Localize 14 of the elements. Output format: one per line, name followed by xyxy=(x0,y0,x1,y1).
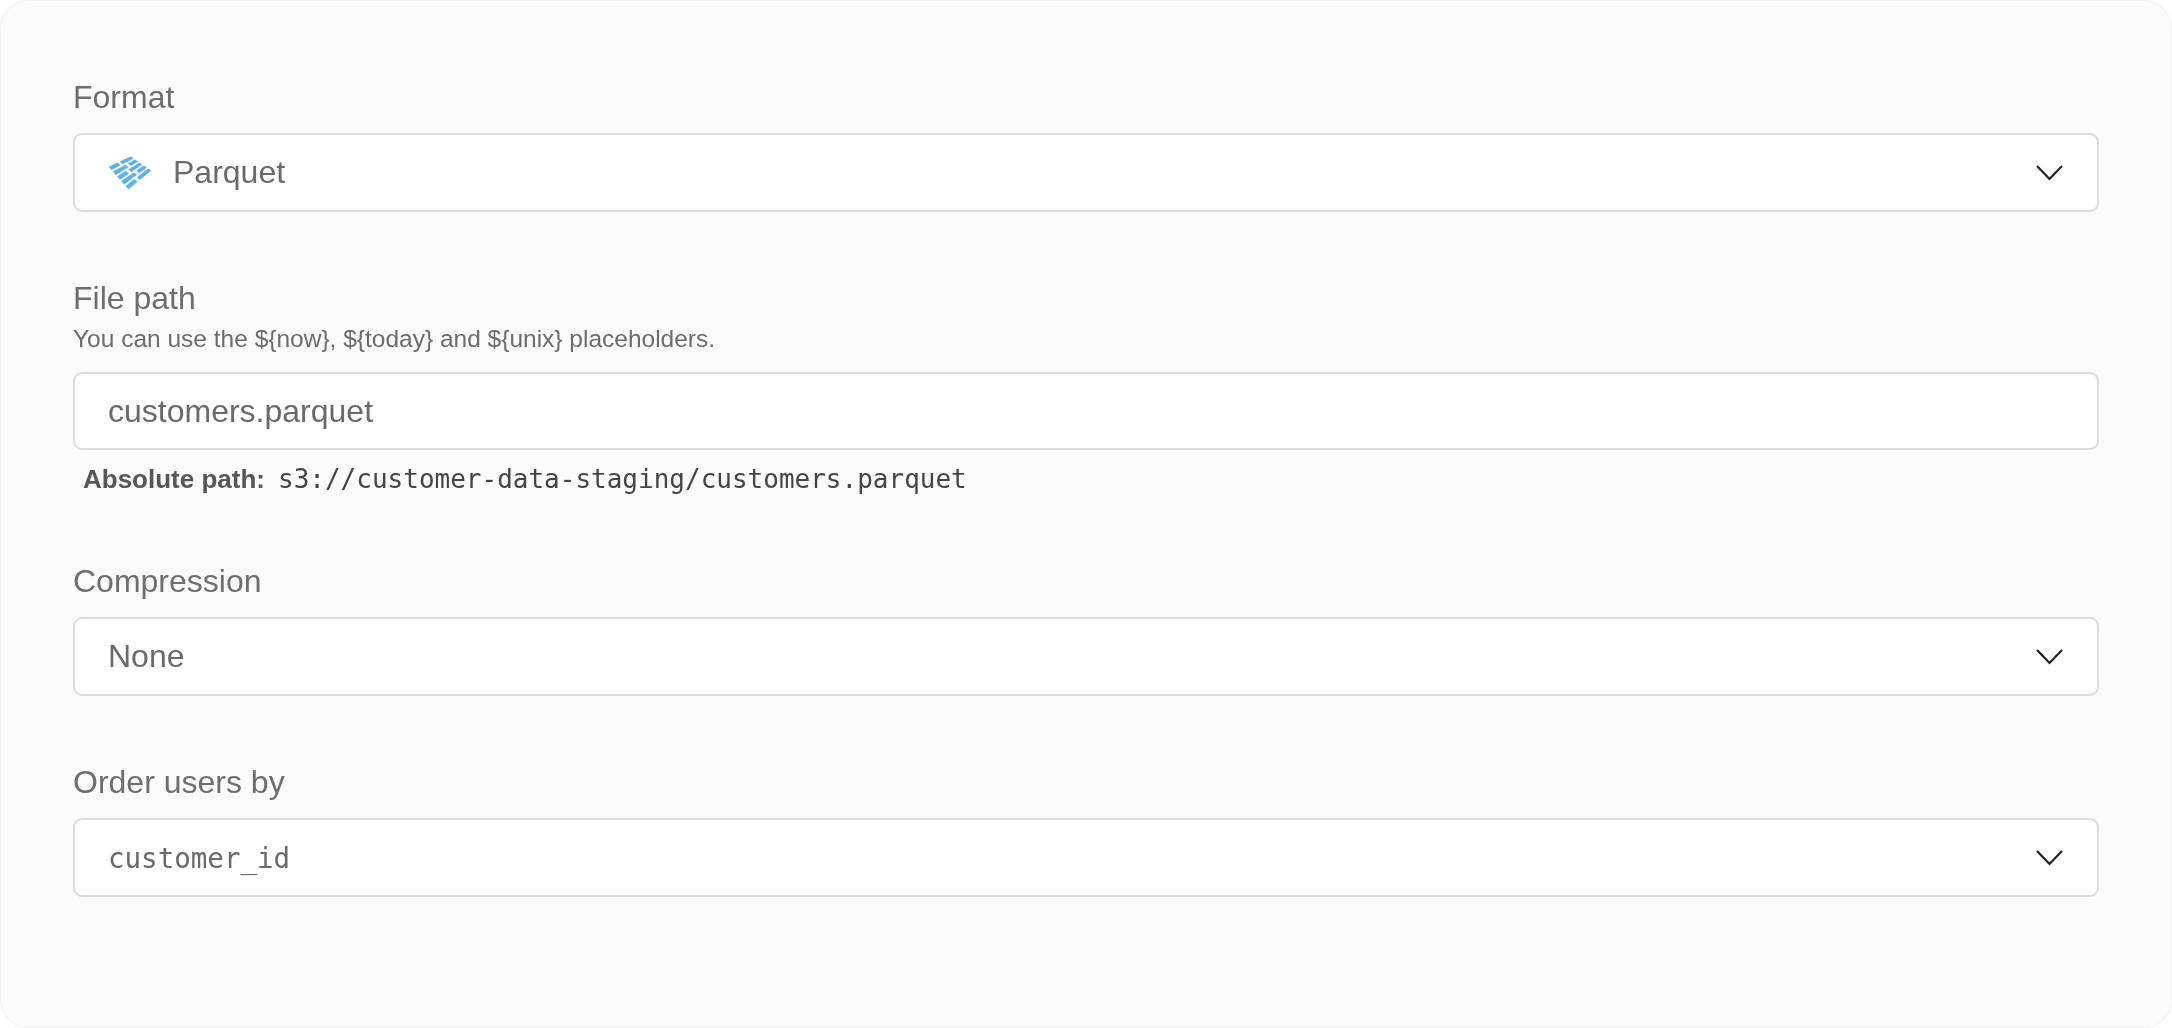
format-select[interactable]: Parquet xyxy=(73,133,2099,212)
compression-select[interactable]: None xyxy=(73,617,2099,696)
field-label: Order users by xyxy=(73,763,286,801)
order-by-select[interactable]: customer_id xyxy=(73,818,2099,897)
absolute-path-value: s3://customer-data-staging/customers.parquet xyxy=(278,463,967,495)
help-text: You can use the ${now}, ${today} and ${unix} placeholders. xyxy=(73,324,717,354)
chevron-down-icon xyxy=(2036,648,2063,665)
chevron-down-icon xyxy=(2036,164,2063,181)
absolute-path-label: Absolute path: xyxy=(83,463,265,495)
chevron-down-icon xyxy=(2036,849,2063,866)
field-label: File path xyxy=(73,279,197,317)
field-label: Format xyxy=(73,78,176,116)
field-label: Compression xyxy=(73,562,263,600)
file-path-field[interactable]: customers.parquet xyxy=(73,372,2099,450)
